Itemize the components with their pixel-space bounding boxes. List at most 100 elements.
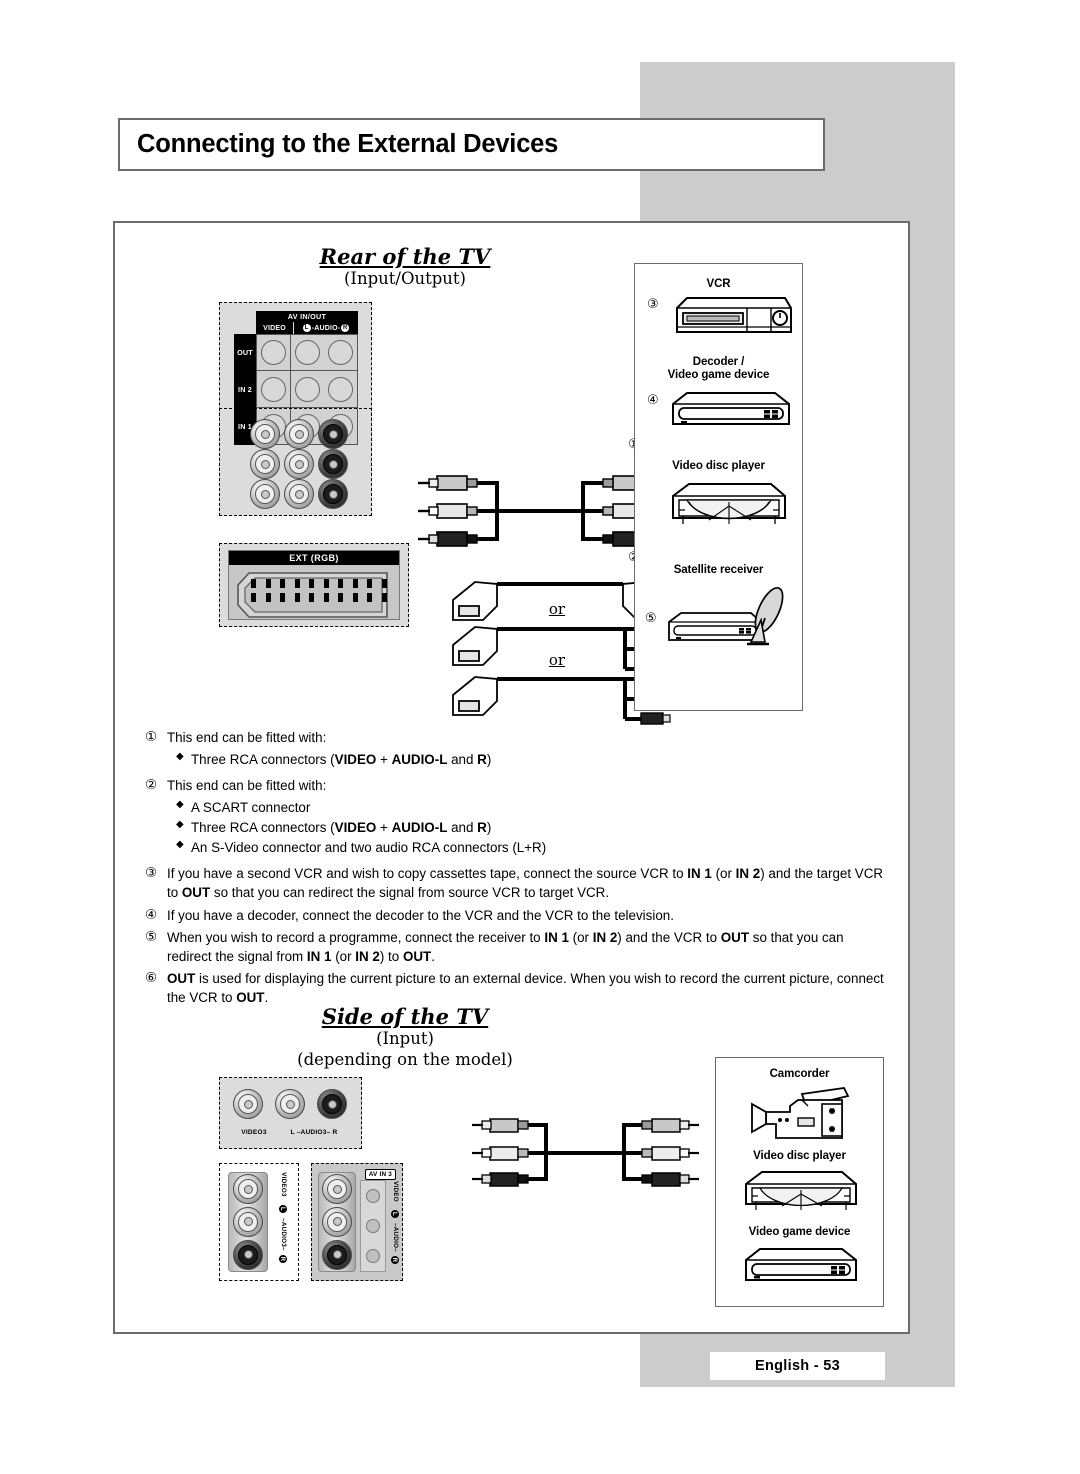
note-number: ④ (145, 906, 158, 923)
side-v1-audio-left: L (279, 1204, 287, 1214)
emphasis-text: R (477, 820, 487, 836)
note-bullet-item: ◆ An S-Video connector and two audio RCA … (167, 838, 887, 857)
jack-ring-icon (328, 340, 353, 365)
av-jack-slot (324, 371, 357, 407)
emphasis-text: OUT (181, 885, 211, 901)
side-v1-video-label: VIDEO3 (279, 1172, 287, 1197)
jack-ring-icon (295, 340, 320, 365)
video-disc-player-icon (669, 480, 789, 530)
body-text: and (447, 820, 478, 836)
rca-to-rca-cable-diagram (415, 471, 665, 551)
side-horizontal-jack-panel: VIDEO3 L –AUDIO3– R (219, 1077, 362, 1149)
side-section-heading: Side of the TV (Input) (depending on the… (245, 1005, 565, 1070)
side-rca-cable-diagram (470, 1115, 700, 1191)
scart-pin-row (251, 593, 387, 602)
body-text: If you have a second VCR and wish to cop… (167, 866, 688, 882)
emphasis-text: R (477, 752, 487, 768)
emphasis-text: IN 1 (687, 866, 712, 882)
side-v2-video-label: VIDEO (391, 1180, 399, 1202)
scart-socket-icon (235, 571, 393, 618)
cable-mark-one: ① (415, 438, 655, 468)
rca-jack-icon (322, 1174, 352, 1205)
body-text: . (264, 989, 269, 1005)
emphasis-text: OUT (402, 948, 432, 964)
rca-jack-icon (250, 449, 280, 479)
av-col-audio: L -AUDIO- R (294, 322, 358, 334)
jack-hole-icon (366, 1249, 380, 1263)
emphasis-text: OUT (167, 970, 196, 986)
body-text: so that you can redirect the signal from… (210, 885, 610, 901)
side-subheading-text-2: (depending on the model) (297, 1049, 513, 1069)
video-game-device-icon (742, 1246, 860, 1286)
note-bullet-text: An S-Video connector and two audio RCA c… (191, 838, 887, 857)
video-disc-player-icon (742, 1168, 860, 1214)
jack-ring-icon (261, 340, 286, 365)
body-text: is used for displaying the current pictu… (167, 970, 884, 1005)
side-vertical-panel-1: VIDEO3 L –AUDIO3– R (219, 1163, 299, 1281)
decoder-icon (669, 390, 793, 428)
manual-page: Connecting to the External Devices Rear … (0, 0, 1080, 1474)
note-bullet-item: ◆ A SCART connector (167, 798, 887, 817)
emphasis-text: AUDIO (391, 752, 435, 768)
device-number-vcr: ③ (647, 297, 659, 312)
rca-jack-icon (250, 419, 280, 449)
page-number-label: English - 53 (755, 1358, 840, 1374)
notes-list: ① This end can be fitted with: ◆ Three RCA … (145, 728, 887, 1010)
body-text: ) (486, 820, 492, 836)
body-text: ) and the VCR to (617, 929, 721, 945)
rca-jack-icon (284, 479, 314, 509)
rca-jack-icon (284, 419, 314, 449)
side-v2-labels: VIDEO L –AUDIO– R (386, 1180, 404, 1272)
rca-jack-grid (248, 419, 350, 509)
emphasis-text: VIDEO (334, 752, 377, 768)
jack-ring-icon (328, 376, 353, 402)
rca-jack-icon (317, 1089, 347, 1119)
note-number: ① (145, 729, 158, 745)
body-text: When you wish to record a programme, con… (167, 929, 545, 945)
note-number: ③ (145, 865, 158, 882)
av-in-3-tag: AV IN 3 (364, 1169, 396, 1180)
rca-jack-icon (284, 449, 314, 479)
note-item: ④ If you have a decoder, connect the deco… (145, 906, 887, 925)
emphasis-text: OUT (236, 989, 265, 1005)
rear-heading-text: Rear of the TV (319, 244, 491, 269)
side-audio3-label: L –AUDIO3– R (290, 1129, 338, 1136)
rca-jack-icon (318, 449, 348, 479)
body-text: A SCART connector (191, 800, 311, 816)
decoder-line-1: Decoder / (692, 356, 745, 368)
side-v2-holes (360, 1180, 386, 1272)
av-col-video: VIDEO (256, 322, 294, 334)
body-text: + (376, 752, 392, 768)
side-heading-text: Side of the TV (321, 1004, 489, 1029)
device-label-video-disc-player: Video disc player (672, 460, 765, 472)
av-jack-slot (324, 335, 357, 370)
body-text: (or (331, 948, 356, 964)
audio-left-dot: L (302, 324, 311, 332)
satellite-receiver-icon (665, 582, 795, 664)
jack-ring-icon (295, 376, 320, 402)
note-bullet-item: ◆ Three RCA connectors (VIDEO + AUDIO-L a… (167, 818, 887, 837)
av-row-label-out: OUT (234, 334, 256, 371)
rca-jack-icon (322, 1239, 352, 1270)
emphasis-text: IN 2 (592, 929, 618, 945)
side-video3-label: VIDEO3 (241, 1129, 267, 1136)
device-label-satellite-receiver: Satellite receiver (673, 564, 764, 576)
or-label: or (548, 600, 566, 618)
note-text: This end can be fitted with: (167, 730, 327, 745)
jack-strip (318, 1172, 356, 1272)
side-vertical-panel-2: AV IN 3 VIDEO L –AUDIO– R (311, 1163, 403, 1281)
body-text: If you have a decoder, connect the decod… (167, 907, 674, 923)
audio-text: -AUDIO- (311, 324, 341, 332)
device-label-decoder: Decoder / Video game device (635, 356, 802, 383)
device-label-video-game-device: Video game device (748, 1226, 851, 1238)
note-item: ⑤ When you wish to record a programme, co… (145, 928, 887, 966)
device-label-video-disc-player: Video disc player (753, 1150, 846, 1162)
emphasis-text: AUDIO (391, 820, 435, 836)
emphasis-text: IN 2 (735, 866, 761, 882)
decoder-line-2: Video game device (667, 369, 770, 382)
note-item: ⑥ OUT is used for displaying the current … (145, 969, 887, 1007)
diamond-bullet-icon: ◆ (176, 799, 184, 811)
note-bullet-item: ◆ Three RCA connectors (VIDEO + AUDIO-L a… (167, 750, 887, 769)
rca-jack-icon (233, 1174, 263, 1205)
note-item: ③ If you have a second VCR and wish to co… (145, 864, 887, 902)
